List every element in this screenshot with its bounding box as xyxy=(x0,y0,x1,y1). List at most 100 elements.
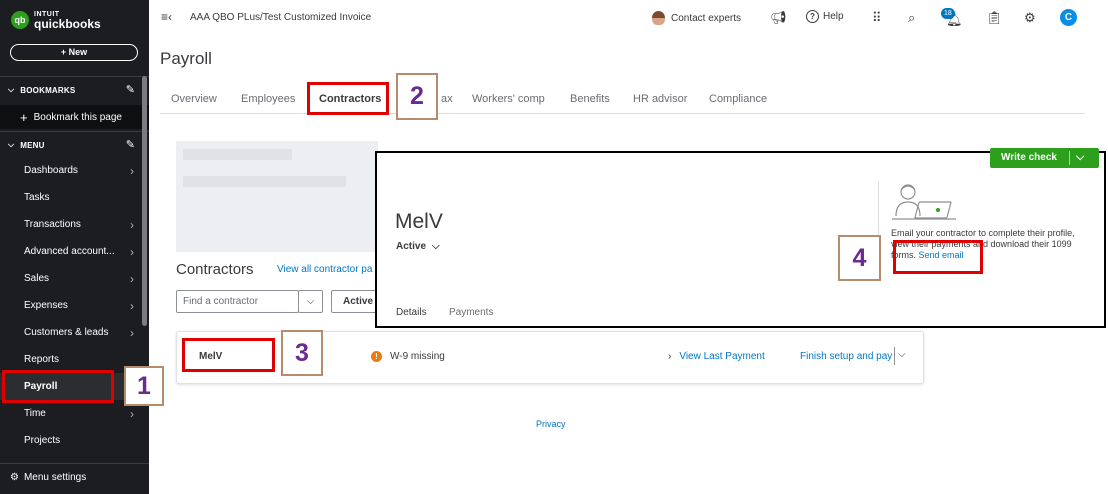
row-actions-dropdown[interactable]: ⌵ xyxy=(898,349,906,360)
logo-quickbooks-text: quickbooks xyxy=(34,17,101,31)
contractor-title: MelV xyxy=(395,210,443,233)
loading-placeholder xyxy=(183,149,292,160)
callout-number-3: 3 xyxy=(281,330,323,376)
bookmark-this-page-label: Bookmark this page xyxy=(33,111,122,123)
tabs-divider xyxy=(160,113,1085,114)
notification-badge: 18 xyxy=(941,8,955,19)
sidebar-item-expenses[interactable]: Expenses › xyxy=(0,292,140,319)
tab-benefits[interactable]: Benefits xyxy=(570,93,610,105)
menu-settings-button[interactable]: ⚙ Menu settings xyxy=(10,472,86,483)
help-button[interactable]: ? Help xyxy=(806,10,844,23)
view-last-payment-label: View Last Payment xyxy=(679,351,765,362)
contractor-laptop-illustration xyxy=(892,184,956,220)
menu-settings-label: Menu settings xyxy=(23,472,87,483)
find-dropdown-button[interactable]: ⌵ xyxy=(298,290,323,313)
divider xyxy=(0,463,149,464)
loading-placeholder xyxy=(183,176,346,187)
active-filter-button[interactable]: Active xyxy=(331,290,381,313)
divider xyxy=(894,347,895,365)
payroll-highlight-box xyxy=(2,370,114,403)
chevron-down-icon[interactable]: ⌵ xyxy=(1076,151,1084,164)
search-icon[interactable]: ⌕ xyxy=(908,10,915,26)
sidebar-item-reports[interactable]: Reports xyxy=(0,346,140,373)
write-check-button[interactable]: Write check ⌵ xyxy=(990,148,1099,168)
quickbooks-logo[interactable]: qb INTUIT quickbooks xyxy=(11,10,101,30)
status-label: Active xyxy=(396,241,427,252)
chevron-down-icon: ⌵ xyxy=(8,85,15,94)
chevron-right-icon: › xyxy=(668,351,672,362)
finish-setup-and-pay-link[interactable]: Finish setup and pay xyxy=(800,351,892,362)
qb-logo-icon: qb xyxy=(11,11,29,29)
pencil-icon[interactable]: ✎ xyxy=(126,138,135,151)
user-avatar[interactable]: C xyxy=(1060,9,1077,26)
gear-icon: ⚙ xyxy=(10,472,19,483)
chevron-down-icon: ⌵ xyxy=(432,241,440,252)
callout-number-4: 4 xyxy=(838,235,881,281)
sidebar-item-customers-leads[interactable]: Customers & leads › xyxy=(0,319,140,346)
new-button[interactable]: + New xyxy=(10,44,138,61)
find-contractor-input[interactable]: Find a contractor xyxy=(176,290,299,313)
chevron-right-icon: › xyxy=(130,406,134,421)
tab-compliance[interactable]: Compliance xyxy=(709,93,767,105)
view-all-contractor-payments-link[interactable]: View all contractor pa xyxy=(277,264,372,275)
contact-experts-button[interactable]: Contact experts xyxy=(652,11,741,25)
bookmark-this-page[interactable]: + Bookmark this page xyxy=(0,105,149,129)
chevron-down-icon: ⌵ xyxy=(306,296,315,307)
contractor-status-dropdown[interactable]: Active ⌵ xyxy=(396,241,440,252)
tab-overview[interactable]: Overview xyxy=(171,93,217,105)
megaphone-icon[interactable]: 📢︎ xyxy=(770,10,787,26)
company-name: AAA QBO PLus/Test Customized Invoice xyxy=(190,12,372,23)
tab-employees[interactable]: Employees xyxy=(241,93,295,105)
pencil-icon[interactable]: ✎ xyxy=(126,83,135,96)
sidebar-scrollbar[interactable] xyxy=(142,76,147,326)
contact-experts-label: Contact experts xyxy=(671,12,742,24)
plus-icon: + xyxy=(20,109,28,125)
gear-icon[interactable]: ⚙ xyxy=(1024,10,1036,26)
divider xyxy=(1069,151,1070,165)
chevron-right-icon: › xyxy=(130,271,134,286)
menu-label: MENU xyxy=(20,140,45,150)
sidebar: qb INTUIT quickbooks + New ⌵ BOOKMARKS ✎… xyxy=(0,0,149,494)
tab-tax[interactable]: ax xyxy=(441,93,453,105)
sidebar-item-advanced-accounting[interactable]: Advanced account... › xyxy=(0,238,140,265)
sidebar-item-projects[interactable]: Projects xyxy=(0,427,140,454)
help-label: Help xyxy=(823,11,844,22)
chevron-right-icon: › xyxy=(130,325,134,340)
sidebar-item-time[interactable]: Time › xyxy=(0,400,140,427)
contractors-heading: Contractors xyxy=(176,261,254,278)
tab-hr-advisor[interactable]: HR advisor xyxy=(633,93,687,105)
collapse-menu-icon[interactable]: ≡‹ xyxy=(161,10,172,24)
divider xyxy=(0,76,149,77)
chevron-right-icon: › xyxy=(130,217,134,232)
privacy-link[interactable]: Privacy xyxy=(536,419,566,429)
bookmarks-toggle[interactable]: ⌵ BOOKMARKS xyxy=(8,85,75,95)
warning-icon: ! xyxy=(371,351,382,362)
app-grid-icon[interactable]: ⠿ xyxy=(872,10,882,26)
sidebar-item-tasks[interactable]: Tasks xyxy=(0,184,140,211)
chevron-down-icon: ⌵ xyxy=(8,140,15,149)
callout-number-1: 1 xyxy=(124,366,164,406)
sidebar-item-transactions[interactable]: Transactions › xyxy=(0,211,140,238)
clipboard-icon[interactable]: 📋︎ xyxy=(986,10,1003,26)
menu-toggle[interactable]: ⌵ MENU xyxy=(8,140,45,150)
w9-missing-label: W-9 missing xyxy=(390,351,445,362)
tab-details[interactable]: Details xyxy=(396,307,427,318)
bookmarks-label: BOOKMARKS xyxy=(20,85,76,95)
sidebar-item-dashboards[interactable]: Dashboards › xyxy=(0,157,140,184)
chevron-right-icon: › xyxy=(130,163,134,178)
divider xyxy=(0,131,149,132)
chevron-right-icon: › xyxy=(130,244,134,259)
contractors-tab-highlight-box xyxy=(307,82,389,115)
chevron-right-icon: › xyxy=(130,298,134,313)
tab-payments[interactable]: Payments xyxy=(449,307,493,318)
page-title: Payroll xyxy=(160,49,212,68)
sidebar-item-sales[interactable]: Sales › xyxy=(0,265,140,292)
w9-status: ! W-9 missing xyxy=(371,351,445,362)
help-icon: ? xyxy=(806,10,819,23)
expert-avatar xyxy=(652,11,665,25)
callout-number-2: 2 xyxy=(396,73,438,120)
write-check-label: Write check xyxy=(1001,152,1057,163)
tab-workers-comp[interactable]: Workers' comp xyxy=(472,93,545,105)
contractor-name-highlight-box xyxy=(182,338,275,372)
view-last-payment-link[interactable]: › View Last Payment xyxy=(668,351,765,362)
